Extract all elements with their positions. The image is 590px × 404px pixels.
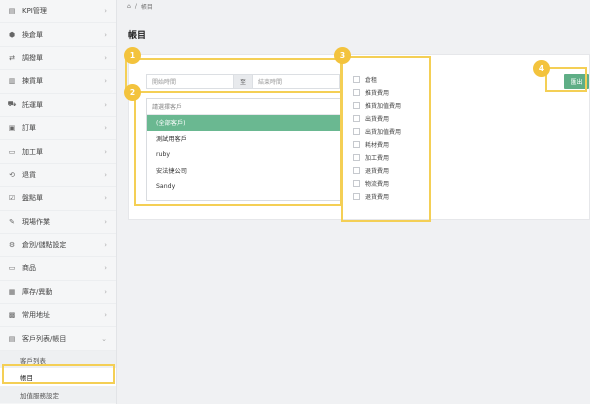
cube-icon: ⬢ [8, 30, 16, 39]
chevron-right-icon: › [104, 194, 107, 203]
breadcrumb-current: 帳目 [140, 4, 153, 11]
chevron-right-icon: › [104, 311, 107, 320]
wrench-icon: ✎ [9, 217, 15, 226]
chevron-down-icon: ⌄ [101, 334, 107, 343]
sidebar-item-label: 常用地址 [22, 311, 50, 320]
chevron-right-icon: › [104, 77, 107, 86]
sidebar: ▤ KPI管理 › ⬢ 換倉單 › ⇄ 調撥單 › ▥ 揀貨單 › ⛟ 託運單 › ▣ 訂單 › ▭ 加工單 › ⟲ 退貨 ›… [0, 0, 117, 404]
sidebar-item-4[interactable]: ⛟ 託運單 › [0, 94, 116, 117]
sidebar-item-label: KPI管理 [22, 7, 47, 16]
sidebar-item-label: 倉別/儲點設定 [22, 241, 67, 250]
chevron-right-icon: › [104, 7, 107, 16]
folder-icon: ▭ [8, 264, 16, 273]
sidebar-item-8[interactable]: ☑ 盤點單 › [0, 187, 116, 211]
chevron-right-icon: › [104, 217, 107, 226]
clipboard-icon: ▤ [8, 7, 16, 16]
sidebar-item-9[interactable]: ✎ 現場作業 › [0, 211, 116, 234]
sidebar-item-13[interactable]: ▩ 常用地址 › [0, 304, 116, 328]
sidebar-item-label: 退貨 [22, 170, 36, 179]
highlight-checkboxes [341, 56, 431, 222]
highlight-date-range [125, 58, 342, 93]
document-icon: ▭ [8, 147, 16, 156]
chevron-right-icon: › [104, 147, 107, 156]
map-icon: ▩ [8, 311, 16, 320]
chevron-right-icon: › [104, 30, 107, 39]
barcode-icon: ▥ [8, 77, 16, 86]
sidebar-item-5[interactable]: ▣ 訂單 › [0, 117, 116, 141]
sidebar-item-12[interactable]: ▦ 庫存/異動 › [0, 281, 116, 305]
ledger-icon: ▤ [8, 334, 16, 343]
sidebar-item-label: 盤點單 [22, 194, 43, 203]
cart-icon: ▣ [8, 124, 16, 133]
chevron-right-icon: › [104, 53, 107, 62]
home-icon[interactable]: ⌂ [127, 3, 131, 10]
gear-icon: ⚙ [8, 241, 16, 250]
chevron-right-icon: › [104, 241, 107, 250]
step-badge-2: 2 [124, 84, 141, 101]
sidebar-item-10[interactable]: ⚙ 倉別/儲點設定 › [0, 234, 116, 258]
sidebar-item-label: 調撥單 [22, 53, 43, 62]
chevron-right-icon: › [104, 124, 107, 133]
truck-icon: ⛟ [7, 100, 17, 109]
highlight-sidebar-active [2, 364, 115, 384]
step-badge-4: 4 [533, 60, 550, 77]
highlight-customer-dropdown [134, 91, 342, 206]
swap-icon: ⇄ [9, 53, 15, 62]
breadcrumb: ⌂ / 帳目 [127, 2, 153, 11]
sidebar-item-7[interactable]: ⟲ 退貨 › [0, 164, 116, 188]
sidebar-subitem-2[interactable]: 加值服務設定 [0, 385, 116, 404]
sidebar-item-0[interactable]: ▤ KPI管理 › [0, 0, 116, 24]
chevron-right-icon: › [104, 100, 107, 109]
sidebar-item-label: 客戶列表/帳目 [22, 334, 67, 343]
highlight-export-button [545, 67, 587, 92]
step-badge-1: 1 [124, 47, 141, 64]
sidebar-item-label: 現場作業 [22, 217, 50, 226]
box-icon: ▦ [8, 287, 16, 296]
sidebar-item-label: 商品 [22, 264, 36, 273]
breadcrumb-separator: / [134, 3, 137, 10]
sidebar-item-3[interactable]: ▥ 揀貨單 › [0, 70, 116, 94]
return-icon: ⟲ [9, 170, 15, 179]
sidebar-item-6[interactable]: ▭ 加工單 › [0, 140, 116, 164]
sidebar-item-2[interactable]: ⇄ 調撥單 › [0, 47, 116, 71]
checklist-icon: ☑ [8, 194, 16, 203]
chevron-right-icon: › [104, 170, 107, 179]
sidebar-item-14[interactable]: ▤ 客戶列表/帳目 ⌄ [0, 327, 116, 351]
chevron-right-icon: › [104, 287, 107, 296]
sidebar-item-label: 託運單 [22, 100, 43, 109]
sidebar-item-label: 庫存/異動 [22, 287, 53, 296]
page-title: 帳目 [128, 31, 147, 41]
sidebar-item-1[interactable]: ⬢ 換倉單 › [0, 23, 116, 47]
sidebar-item-label: 揀貨單 [22, 77, 43, 86]
sidebar-item-label: 訂單 [22, 124, 36, 133]
sidebar-item-11[interactable]: ▭ 商品 › [0, 257, 116, 281]
step-badge-3: 3 [334, 47, 351, 64]
sidebar-item-label: 換倉單 [22, 30, 43, 39]
sidebar-item-label: 加工單 [22, 147, 43, 156]
chevron-right-icon: › [104, 264, 107, 273]
